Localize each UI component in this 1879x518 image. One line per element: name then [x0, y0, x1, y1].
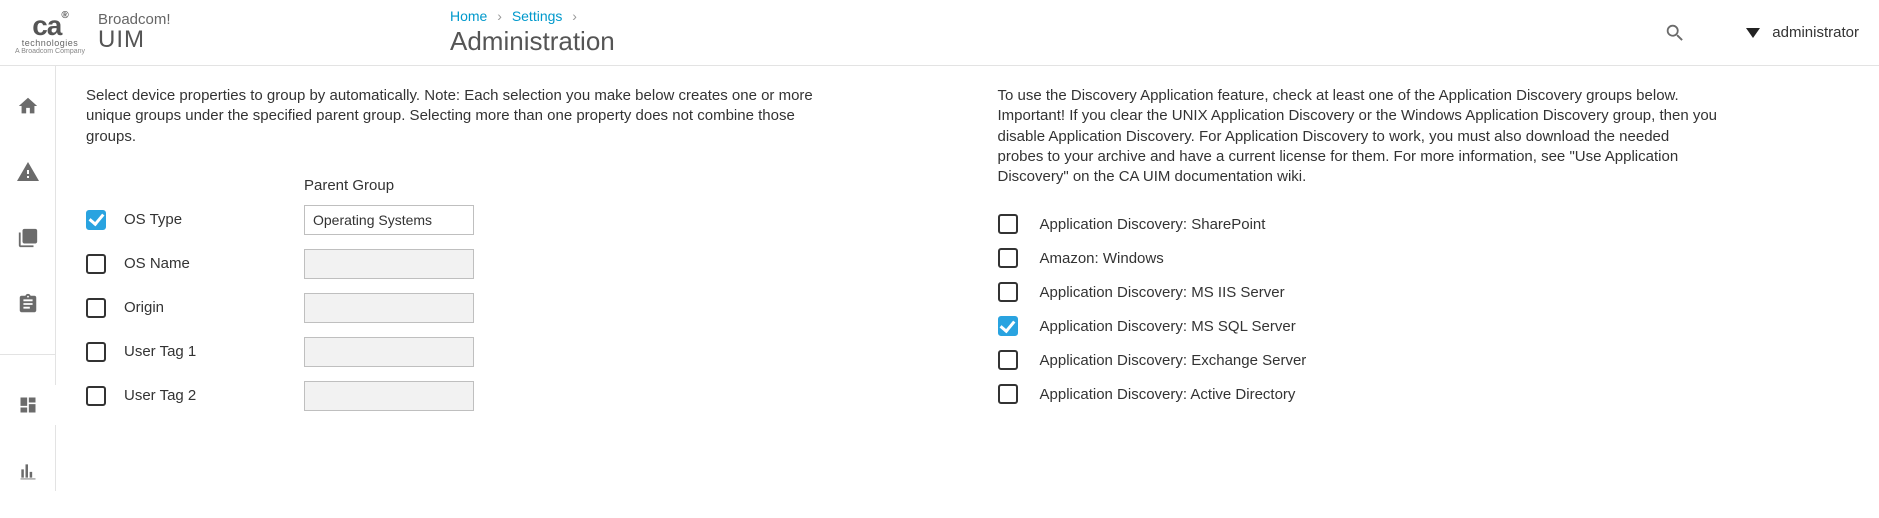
sidebar-item-dashboard[interactable]: [0, 385, 56, 425]
discovery-checkbox[interactable]: [998, 282, 1018, 302]
sidebar: [0, 66, 56, 491]
parent-group-input[interactable]: [304, 249, 474, 279]
parent-group-header: Parent Group: [304, 177, 958, 194]
app-header: ca® technologies A Broadcom Company Broa…: [0, 0, 1879, 66]
search-icon[interactable]: [1664, 22, 1686, 44]
property-row: Origin: [86, 286, 958, 330]
discovery-row: Application Discovery: Exchange Server: [998, 343, 1866, 377]
discovery-row: Application Discovery: SharePoint: [998, 207, 1866, 241]
property-label: Origin: [124, 299, 304, 316]
property-checkbox[interactable]: [86, 342, 106, 362]
discovery-label: Application Discovery: SharePoint: [1040, 216, 1266, 233]
breadcrumb-home[interactable]: Home: [450, 8, 487, 24]
breadcrumb: Home › Settings ›: [450, 8, 1664, 24]
parent-group-input[interactable]: [304, 381, 474, 411]
property-checkbox[interactable]: [86, 298, 106, 318]
property-row: User Tag 2: [86, 374, 958, 418]
property-checkbox[interactable]: [86, 386, 106, 406]
discovery-checkbox[interactable]: [998, 316, 1018, 336]
sidebar-item-home[interactable]: [0, 86, 56, 126]
property-checkbox[interactable]: [86, 210, 106, 230]
property-row: User Tag 1: [86, 330, 958, 374]
ca-logo: ca® technologies A Broadcom Company: [10, 10, 90, 55]
page-title: Administration: [450, 26, 1664, 57]
chevron-right-icon: ›: [497, 8, 502, 24]
sidebar-item-library[interactable]: [0, 218, 56, 258]
discovery-checkbox[interactable]: [998, 350, 1018, 370]
property-row: OS Name: [86, 242, 958, 286]
parent-group-input[interactable]: [304, 205, 474, 235]
discovery-label: Amazon: Windows: [1040, 250, 1164, 267]
parent-group-input[interactable]: [304, 293, 474, 323]
property-label: User Tag 1: [124, 343, 304, 360]
discovery-panel: To use the Discovery Application feature…: [998, 86, 1870, 491]
caret-down-icon: [1746, 28, 1760, 38]
property-label: OS Name: [124, 255, 304, 272]
discovery-row: Application Discovery: Active Directory: [998, 377, 1866, 407]
discovery-label: Application Discovery: MS SQL Server: [1040, 318, 1296, 335]
property-checkbox[interactable]: [86, 254, 106, 274]
parent-group-input[interactable]: [304, 337, 474, 367]
property-label: User Tag 2: [124, 387, 304, 404]
breadcrumb-settings[interactable]: Settings: [512, 8, 563, 24]
sidebar-item-reports[interactable]: [0, 451, 56, 491]
discovery-checkbox[interactable]: [998, 214, 1018, 234]
discovery-checkbox[interactable]: [998, 384, 1018, 404]
brand-product: UIM: [98, 26, 171, 54]
discovery-checkbox[interactable]: [998, 248, 1018, 268]
brand-titles: Broadcom! UIM: [98, 11, 171, 54]
brand-block: ca® technologies A Broadcom Company Broa…: [10, 10, 450, 55]
discovery-list[interactable]: Application Discovery: SharePoint Amazon:…: [998, 207, 1870, 407]
discovery-row: Application Discovery: MS SQL Server: [998, 309, 1866, 343]
discovery-label: Application Discovery: Active Directory: [1040, 386, 1296, 403]
property-label: OS Type: [124, 211, 304, 228]
main-content: Select device properties to group by aut…: [56, 66, 1879, 491]
sidebar-item-clipboard[interactable]: [0, 284, 56, 324]
property-row: OS Type: [86, 198, 958, 242]
discovery-row: Amazon: Windows: [998, 241, 1866, 275]
sidebar-item-alerts[interactable]: [0, 152, 56, 192]
discovery-row: Application Discovery: MS IIS Server: [998, 275, 1866, 309]
user-menu[interactable]: administrator: [1746, 24, 1859, 41]
chevron-right-icon: ›: [572, 8, 577, 24]
user-name: administrator: [1772, 24, 1859, 41]
device-properties-panel: Select device properties to group by aut…: [86, 86, 958, 491]
discovery-label: Application Discovery: Exchange Server: [1040, 352, 1307, 369]
discovery-label: Application Discovery: MS IIS Server: [1040, 284, 1285, 301]
breadcrumb-area: Home › Settings › Administration: [450, 8, 1664, 57]
discovery-description: To use the Discovery Application feature…: [998, 86, 1718, 187]
device-properties-description: Select device properties to group by aut…: [86, 86, 826, 147]
